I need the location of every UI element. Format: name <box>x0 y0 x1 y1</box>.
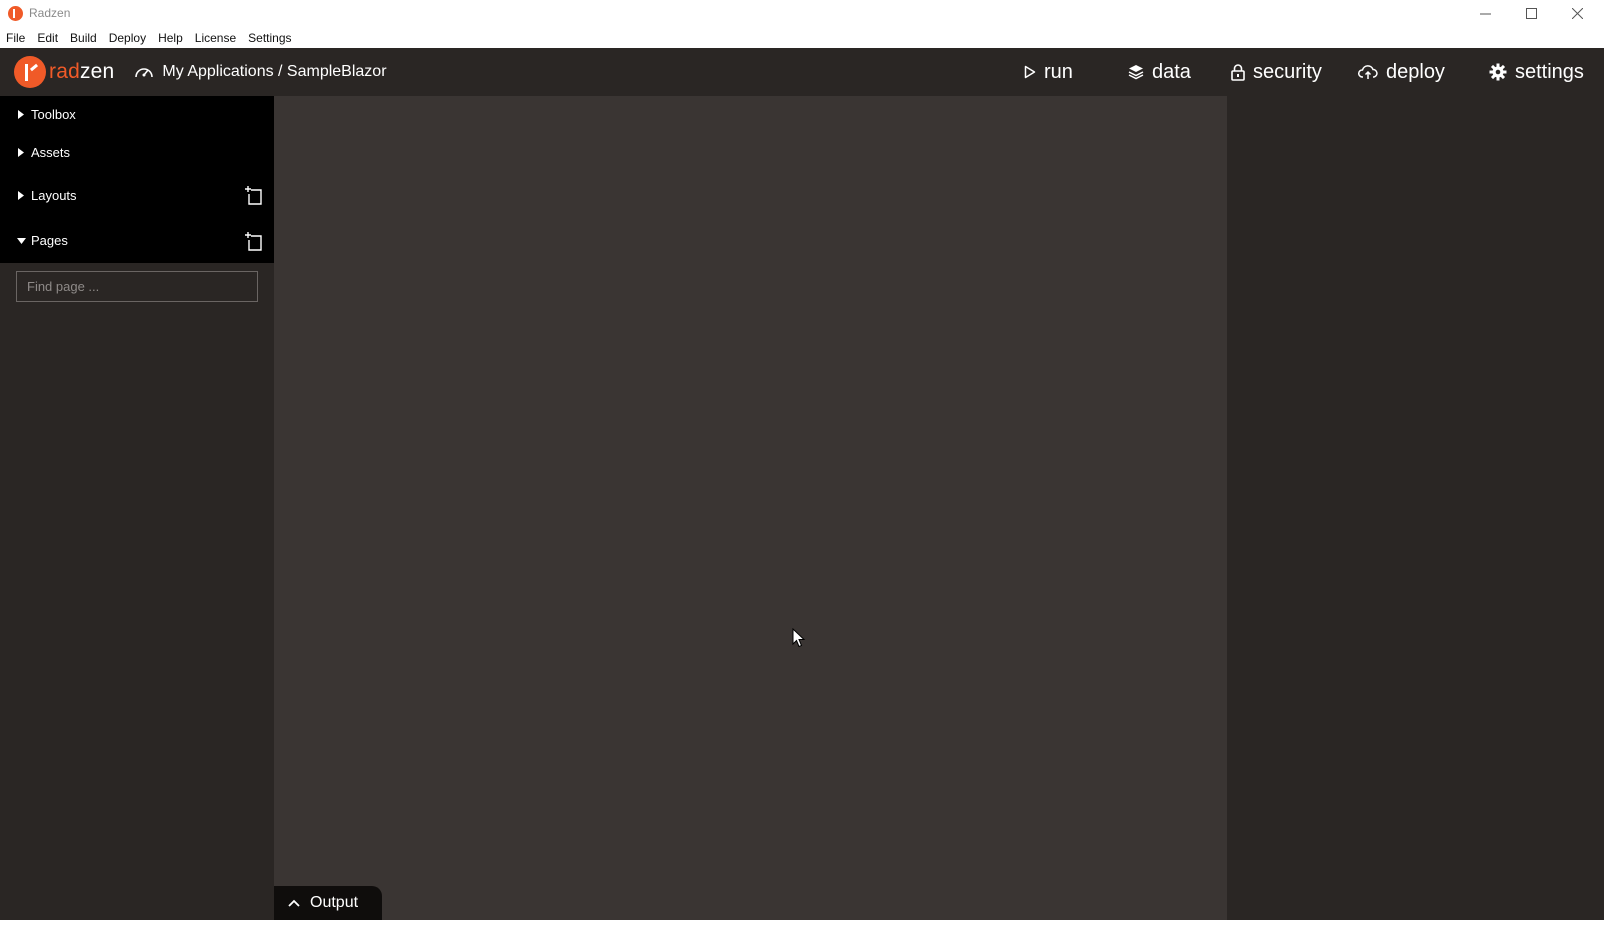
dashboard-icon <box>134 63 154 81</box>
radzen-logo-icon <box>14 56 46 88</box>
panel-layouts[interactable]: Layouts <box>0 172 274 218</box>
menu-file[interactable]: File <box>6 31 25 45</box>
mouse-cursor-icon <box>792 627 806 653</box>
nav-settings-label: settings <box>1515 60 1584 83</box>
add-file-icon <box>245 231 262 251</box>
properties-pane <box>1227 96 1604 940</box>
panel-assets[interactable]: Assets <box>0 133 274 172</box>
close-button[interactable] <box>1554 0 1600 26</box>
menu-deploy[interactable]: Deploy <box>109 31 146 45</box>
app-header: radzen My Applications / SampleBlazor ru… <box>0 48 1604 96</box>
breadcrumb[interactable]: My Applications / SampleBlazor <box>134 63 387 81</box>
menu-edit[interactable]: Edit <box>37 31 58 45</box>
panel-toolbox-label: Toolbox <box>31 107 76 122</box>
play-icon <box>1024 65 1036 79</box>
panel-toolbox[interactable]: Toolbox <box>0 96 274 133</box>
sidebar-panels: Toolbox Assets Layouts Pages <box>0 96 274 263</box>
add-page-button[interactable] <box>244 231 264 251</box>
find-page-input[interactable] <box>16 271 258 302</box>
nav-settings[interactable]: settings <box>1489 61 1584 84</box>
menu-license[interactable]: License <box>195 31 236 45</box>
nav-security[interactable]: security <box>1231 61 1322 84</box>
radzen-logo[interactable]: radzen <box>14 56 114 88</box>
panel-layouts-label: Layouts <box>31 187 77 203</box>
close-icon <box>1571 7 1583 19</box>
caret-right-icon <box>16 190 26 200</box>
logo-text-rad: rad <box>49 60 80 83</box>
nav-run-label: run <box>1044 60 1073 83</box>
menu-settings[interactable]: Settings <box>248 31 291 45</box>
nav-data-label: data <box>1152 60 1191 83</box>
nav-security-label: security <box>1253 60 1322 83</box>
menu-bar: File Edit Build Deploy Help License Sett… <box>0 27 1604 48</box>
maximize-icon <box>1525 7 1537 19</box>
nav-data[interactable]: data <box>1128 61 1191 84</box>
cloud-upload-icon <box>1358 64 1378 80</box>
radzen-app-icon <box>8 5 23 21</box>
layers-icon <box>1128 64 1144 80</box>
sidebar: Toolbox Assets Layouts Pages <box>0 96 274 940</box>
design-canvas[interactable] <box>274 96 1227 940</box>
logo-text-zen: zen <box>79 60 115 83</box>
nav-deploy-label: deploy <box>1386 60 1445 83</box>
window-title: Radzen <box>29 6 71 20</box>
menu-build[interactable]: Build <box>70 31 97 45</box>
panel-assets-label: Assets <box>31 145 71 160</box>
output-label: Output <box>310 894 359 911</box>
add-layout-button[interactable] <box>244 185 264 205</box>
gear-icon <box>1489 63 1507 81</box>
find-page-wrapper <box>0 263 274 302</box>
caret-right-icon <box>16 148 26 158</box>
breadcrumb-text: My Applications / SampleBlazor <box>162 63 387 80</box>
logo-text: radzen <box>49 60 114 84</box>
nav-run[interactable]: run <box>1024 61 1073 84</box>
add-file-icon <box>245 186 262 205</box>
window-bottom-edge <box>0 920 1604 940</box>
caret-down-icon <box>16 236 26 246</box>
window-titlebar: Radzen <box>0 0 1604 26</box>
minimize-button[interactable] <box>1462 0 1508 26</box>
lock-icon <box>1231 63 1245 81</box>
minimize-icon <box>1479 13 1491 14</box>
nav-deploy[interactable]: deploy <box>1358 61 1445 84</box>
chevron-up-icon <box>288 899 300 907</box>
maximize-button[interactable] <box>1508 0 1554 26</box>
panel-pages-label: Pages <box>31 233 68 248</box>
panel-pages[interactable]: Pages <box>0 218 274 263</box>
output-tab[interactable]: Output <box>274 886 382 920</box>
menu-help[interactable]: Help <box>158 31 183 45</box>
caret-right-icon <box>16 110 26 120</box>
